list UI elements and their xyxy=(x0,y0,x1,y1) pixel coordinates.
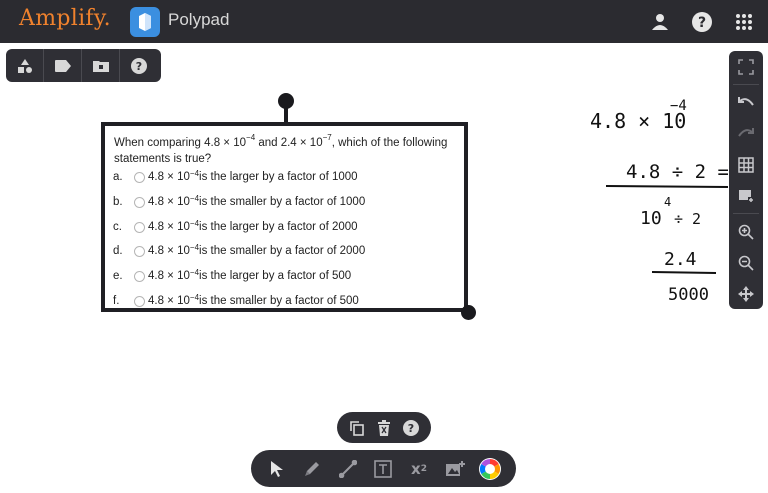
equation-icon[interactable]: x2 xyxy=(405,455,433,483)
hw-denominator-tail: ÷ 2 xyxy=(674,210,701,228)
tag-icon[interactable] xyxy=(44,49,82,82)
hw-denominator: 10 xyxy=(640,208,662,229)
hw-result-num: 2.4 xyxy=(664,249,697,270)
svg-text:?: ? xyxy=(136,60,142,73)
fullscreen-icon[interactable] xyxy=(729,51,763,82)
option-e-radio[interactable] xyxy=(134,270,145,282)
color-wheel-icon[interactable] xyxy=(476,455,504,483)
top-left-toolbar: ? xyxy=(6,49,161,82)
option-e[interactable]: e. 4.8 × 10 −4 is the larger by a factor … xyxy=(113,267,351,285)
zoom-in-icon[interactable] xyxy=(729,216,763,247)
drawing-toolbar: x2 xyxy=(251,450,516,487)
option-a-radio[interactable] xyxy=(134,171,145,183)
option-c[interactable]: c. 4.8 × 10 −4 is the larger by a factor … xyxy=(113,218,358,236)
trash-icon[interactable] xyxy=(370,414,397,442)
app-name: Polypad xyxy=(168,10,230,29)
amplify-logo[interactable]: Amplify. xyxy=(19,6,111,31)
hw-fraction-bar xyxy=(605,185,728,188)
shapes-icon[interactable] xyxy=(6,49,44,82)
resize-handle[interactable] xyxy=(461,305,476,320)
pointer-icon[interactable] xyxy=(263,455,291,483)
hw-result-bar xyxy=(651,271,717,274)
grid-icon[interactable] xyxy=(729,149,763,180)
hw-denominator-exp: 4 xyxy=(664,195,671,209)
zoom-out-icon[interactable] xyxy=(729,247,763,278)
help-icon[interactable]: ? xyxy=(120,49,158,82)
option-b[interactable]: b. 4.8 × 10 −4 is the smaller by a factor… xyxy=(113,193,365,211)
top-bar: Amplify. Polypad ? xyxy=(0,0,768,43)
option-d-radio[interactable] xyxy=(134,245,145,257)
rotate-handle-stem xyxy=(284,107,288,123)
right-toolbar xyxy=(729,51,763,309)
handwritten-work: 4.8 × 10 −4 4.8 ÷ 2 = 10 4 ÷ 2 2.4 5000 xyxy=(590,98,728,305)
option-f-radio[interactable] xyxy=(134,295,145,307)
pen-icon[interactable] xyxy=(298,455,326,483)
hw-numerator: 4.8 ÷ 2 = xyxy=(626,161,728,183)
polypad-logo-icon xyxy=(130,7,160,42)
hw-result-den: 5000 xyxy=(668,285,709,305)
svg-text:?: ? xyxy=(408,422,414,435)
folder-icon[interactable] xyxy=(82,49,120,82)
option-f[interactable]: f. 4.8 × 10 −4 is the smaller by a factor… xyxy=(113,292,359,310)
help-icon[interactable]: ? xyxy=(398,414,425,442)
redo-icon[interactable] xyxy=(729,118,763,149)
option-a[interactable]: a. 4.8 × 10 −4 is the larger by a factor … xyxy=(113,168,358,186)
svg-text:?: ? xyxy=(698,15,706,31)
question-card[interactable]: When comparing 4.8 × 10−4 and 2.4 × 10−7… xyxy=(101,122,468,312)
option-b-radio[interactable] xyxy=(134,196,145,208)
help-icon[interactable]: ? xyxy=(690,10,714,34)
option-d[interactable]: d. 4.8 × 10 −4 is the smaller by a factor… xyxy=(113,242,365,260)
image-add-icon[interactable] xyxy=(441,455,469,483)
copy-icon[interactable] xyxy=(343,414,370,442)
image-layer-icon[interactable] xyxy=(729,180,763,211)
pan-icon[interactable] xyxy=(729,278,763,309)
text-box-icon[interactable] xyxy=(369,455,397,483)
question-text: When comparing 4.8 × 10−4 and 2.4 × 10−7… xyxy=(114,133,448,165)
option-c-radio[interactable] xyxy=(134,221,145,233)
hw-line1-exp: −4 xyxy=(670,98,687,114)
line-icon[interactable] xyxy=(334,455,362,483)
selection-toolbar: ? xyxy=(337,412,431,443)
user-icon[interactable] xyxy=(648,10,672,34)
undo-icon[interactable] xyxy=(729,87,763,118)
apps-grid-icon[interactable] xyxy=(732,10,756,34)
